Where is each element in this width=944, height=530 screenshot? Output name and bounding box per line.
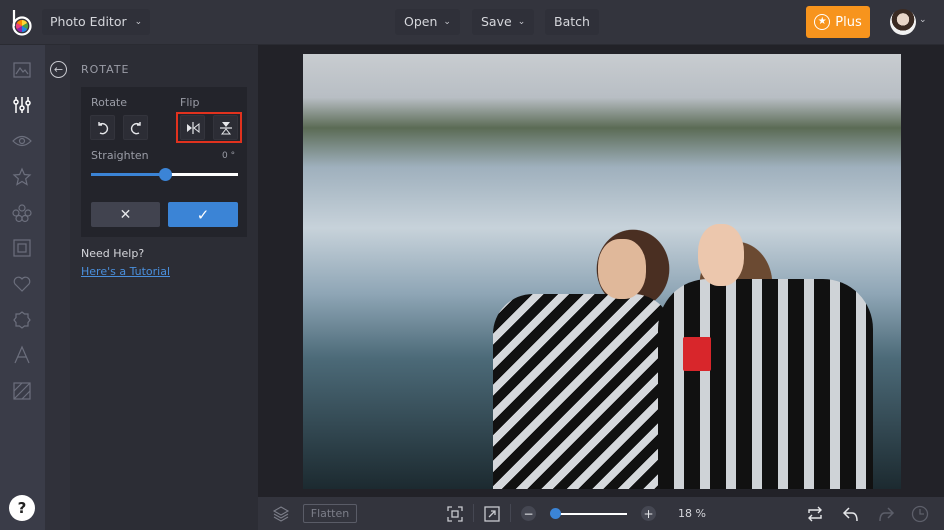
straighten-slider[interactable] xyxy=(91,168,238,181)
app-name: Photo Editor xyxy=(50,14,127,29)
rotate-cw-icon xyxy=(130,121,141,134)
redo-icon[interactable] xyxy=(877,505,895,523)
slider-fill xyxy=(91,173,165,176)
texture-icon[interactable] xyxy=(12,381,32,401)
plus-upgrade-button[interactable]: ★ Plus xyxy=(806,6,870,38)
divider xyxy=(510,504,511,522)
photo-canvas[interactable] xyxy=(303,54,901,489)
open-label: Open xyxy=(404,14,438,29)
eye-icon[interactable] xyxy=(12,131,32,151)
user-avatar[interactable] xyxy=(890,9,916,35)
save-menu[interactable]: Save ⌄ xyxy=(472,9,535,35)
layers-icon[interactable] xyxy=(272,505,290,523)
batch-label: Batch xyxy=(554,14,590,29)
chevron-down-icon[interactable]: ⌄ xyxy=(919,15,927,25)
flip-highlight-box xyxy=(176,112,242,143)
sliders-icon[interactable] xyxy=(12,95,32,115)
flower-icon[interactable] xyxy=(12,203,32,223)
photo-face-left xyxy=(598,239,646,299)
actual-size-icon[interactable] xyxy=(483,505,501,523)
befunky-logo[interactable] xyxy=(10,8,34,36)
zoom-out-button[interactable]: − xyxy=(521,506,536,521)
plus-label: Plus xyxy=(835,14,862,30)
badge-icon[interactable] xyxy=(12,310,32,330)
photo-face-right xyxy=(698,224,744,286)
help-button[interactable]: ? xyxy=(9,495,35,521)
photo-mug xyxy=(683,337,711,371)
straighten-value: 0 ° xyxy=(222,151,236,161)
chevron-down-icon: ⌄ xyxy=(443,17,451,27)
apply-button[interactable]: ✓ xyxy=(168,202,238,227)
flip-label: Flip xyxy=(180,96,200,109)
slider-handle[interactable] xyxy=(158,168,172,181)
save-label: Save xyxy=(481,14,512,29)
chevron-down-icon: ⌄ xyxy=(517,17,526,27)
app-switcher-dropdown[interactable]: Photo Editor ⌄ xyxy=(42,9,151,35)
rotate-left-button[interactable] xyxy=(90,115,115,140)
zoom-slider-handle[interactable] xyxy=(550,508,561,519)
zoom-level: 18 % xyxy=(678,507,706,520)
cancel-button[interactable]: ✕ xyxy=(91,202,160,227)
zoom-in-button[interactable]: + xyxy=(641,506,656,521)
compare-swap-icon[interactable] xyxy=(806,505,824,523)
straighten-label: Straighten xyxy=(91,149,149,162)
frame-icon[interactable] xyxy=(12,238,32,258)
tutorial-link[interactable]: Here's a Tutorial xyxy=(81,265,170,278)
rotate-label: Rotate xyxy=(91,96,128,109)
rotate-right-button[interactable] xyxy=(123,115,148,140)
divider xyxy=(473,504,474,522)
help-title: Need Help? xyxy=(81,247,145,260)
undo-icon[interactable] xyxy=(842,505,860,523)
photo-figure-left xyxy=(493,294,673,489)
history-clock-icon[interactable] xyxy=(911,505,929,523)
star-badge-icon: ★ xyxy=(814,14,831,30)
rotate-ccw-icon xyxy=(97,121,108,134)
zoom-slider[interactable] xyxy=(550,508,627,519)
open-menu[interactable]: Open ⌄ xyxy=(395,9,460,35)
batch-button[interactable]: Batch xyxy=(545,9,599,35)
chevron-down-icon: ⌄ xyxy=(134,17,143,27)
fit-to-screen-icon[interactable] xyxy=(446,505,464,523)
panel-edge xyxy=(45,45,70,530)
heart-icon[interactable] xyxy=(12,274,32,294)
panel-title: ROTATE xyxy=(81,63,130,76)
photo-figure-right xyxy=(658,279,873,489)
back-arrow-icon[interactable]: ← xyxy=(50,61,67,78)
image-icon[interactable] xyxy=(12,60,32,80)
text-icon[interactable] xyxy=(12,345,32,365)
star-icon[interactable] xyxy=(12,167,32,187)
flatten-button[interactable]: Flatten xyxy=(303,504,357,523)
